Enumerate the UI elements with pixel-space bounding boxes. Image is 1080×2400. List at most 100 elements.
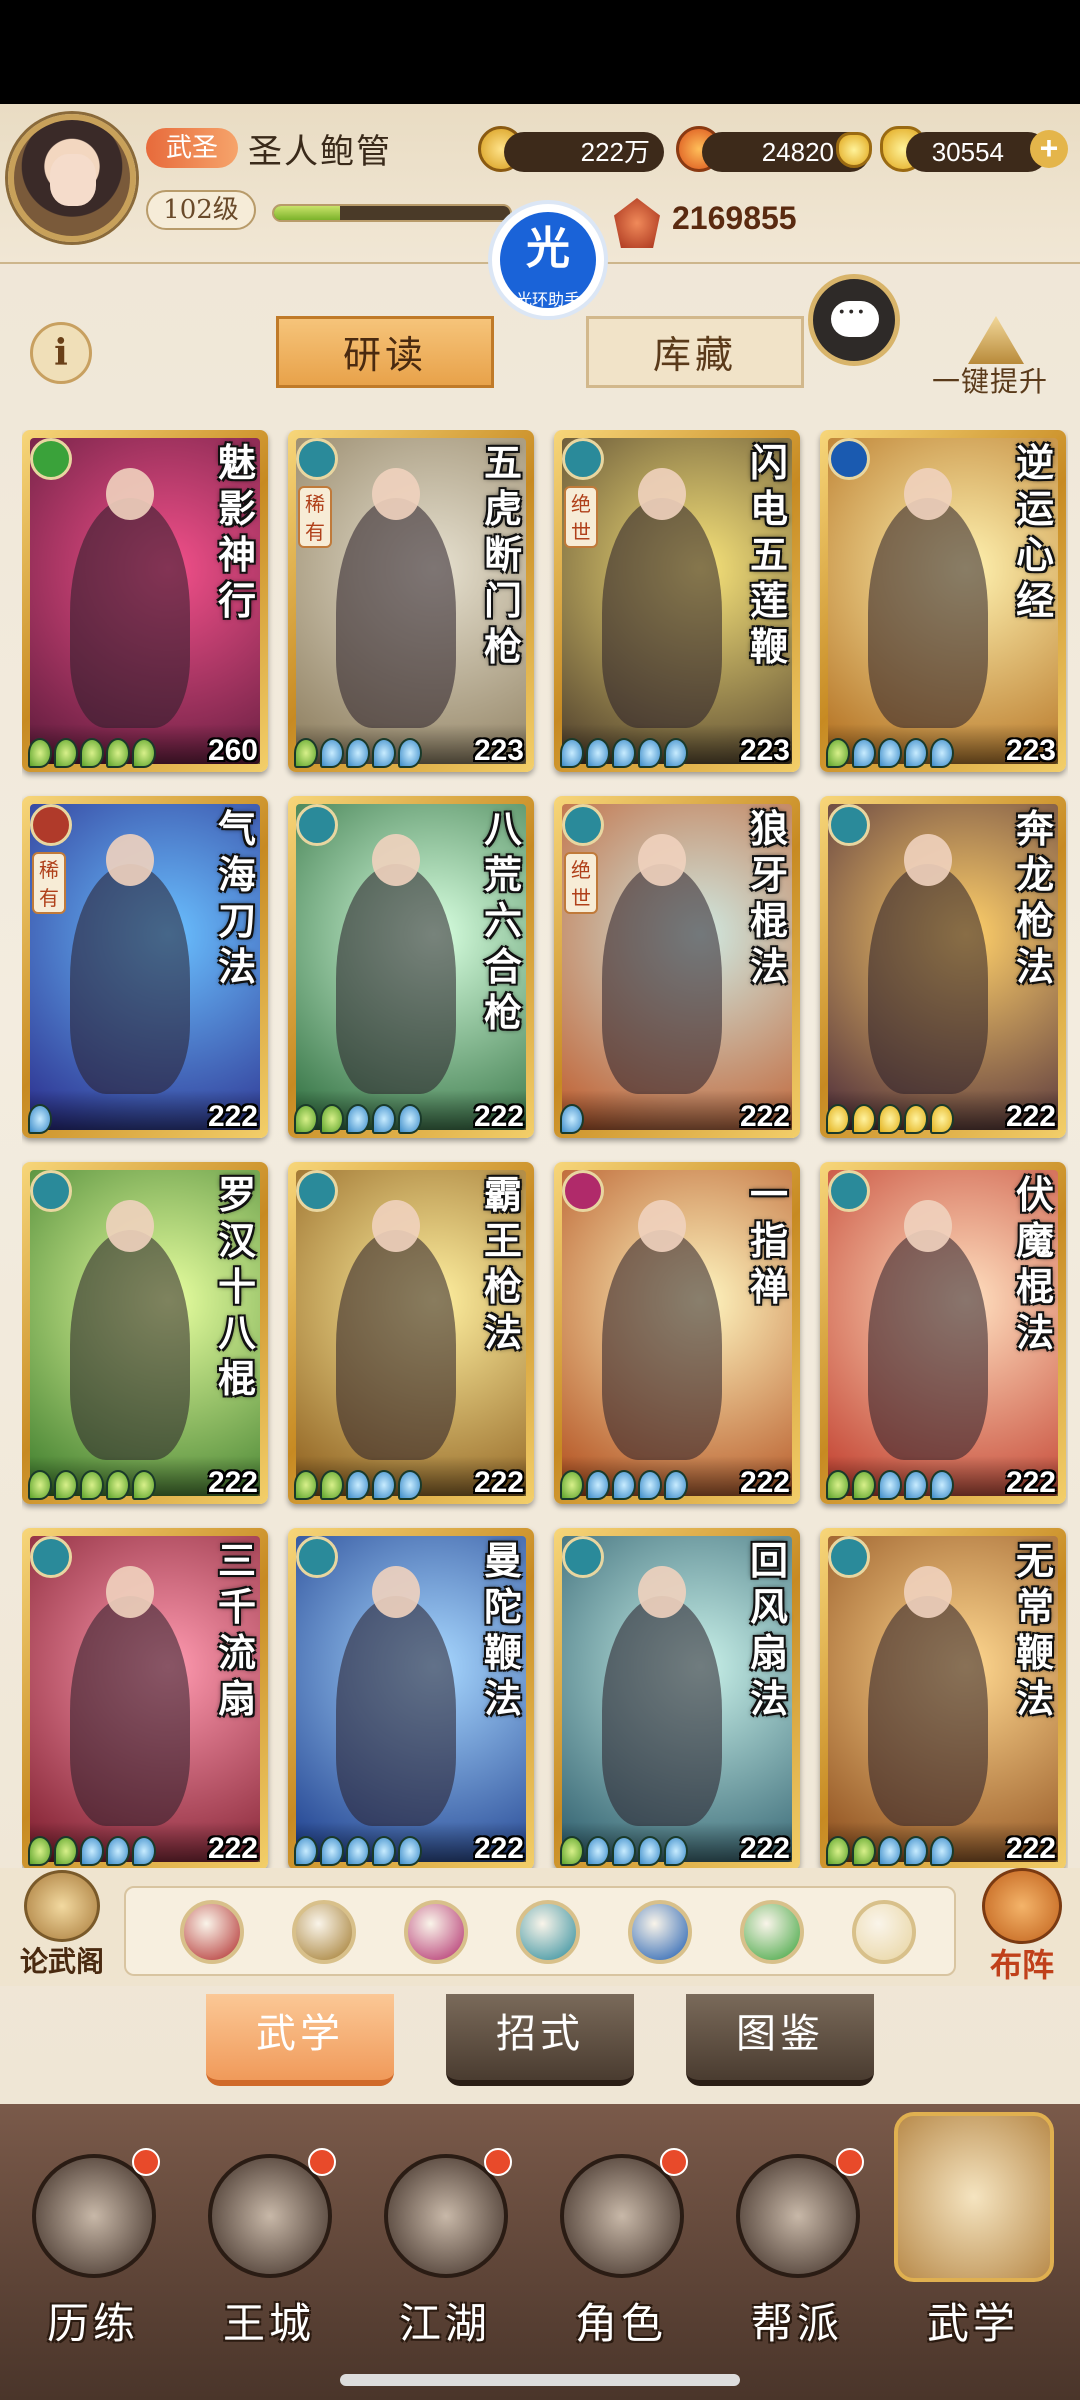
martial-art-card[interactable]: 伏魔棍法 222 (820, 1162, 1066, 1504)
character-figure (602, 834, 722, 1094)
lunwu-pavilion-button[interactable]: 论武阁 (14, 1870, 110, 1980)
palm-filter-icon[interactable] (404, 1900, 468, 1964)
sword-filter-icon[interactable] (292, 1900, 356, 1964)
martial-art-card[interactable]: 逆运心经 223 (820, 430, 1066, 772)
character-figure (602, 468, 722, 728)
martial-art-card[interactable]: 稀有 气海刀法 222 (22, 796, 268, 1138)
other-filter-icon[interactable] (852, 1900, 916, 1964)
subtab-atlas[interactable]: 图鉴 (686, 1994, 874, 2086)
star-gem-icon (560, 1104, 584, 1134)
martial-art-card[interactable]: 八荒六合枪 222 (288, 796, 534, 1138)
formation-button[interactable]: 布阵 (970, 1868, 1074, 1984)
star-gems (28, 1104, 52, 1134)
star-gem-icon (346, 738, 370, 768)
character-figure (70, 1566, 190, 1826)
nav-item[interactable]: 帮派 (712, 2132, 882, 2382)
star-gems (28, 1470, 156, 1500)
player-avatar[interactable] (8, 114, 136, 242)
nav-label: 角色 (574, 2299, 667, 2348)
info-button[interactable]: i (30, 322, 92, 384)
qinggong-filter-icon[interactable] (740, 1900, 804, 1964)
card-level: 223 (1005, 734, 1056, 767)
copper-amount: 222万 (504, 132, 664, 172)
card-name: 五虎断门枪 (483, 440, 522, 669)
star-gem-icon (54, 1470, 78, 1500)
martial-art-card[interactable]: 曼陀鞭法 222 (288, 1528, 534, 1870)
subtab-moves[interactable]: 招式 (446, 1994, 634, 2086)
star-gems (294, 738, 422, 768)
martial-art-card[interactable]: 稀有 五虎断门枪 223 (288, 430, 534, 772)
saber-filter-icon[interactable] (180, 1900, 244, 1964)
nav-item[interactable]: 角色 (536, 2132, 706, 2382)
taiji-filter-icon[interactable] (628, 1900, 692, 1964)
star-gem-icon (638, 1836, 662, 1866)
star-gem-icon (346, 1104, 370, 1134)
spear-icon (828, 804, 870, 846)
character-figure (70, 834, 190, 1094)
martial-art-card[interactable]: 无常鞭法 222 (820, 1528, 1066, 1870)
qinggong-icon (30, 438, 72, 480)
star-gem-icon (638, 1470, 662, 1500)
martial-art-card[interactable]: 绝世 狼牙棍法 222 (554, 796, 800, 1138)
martial-art-card[interactable]: 霸王枪法 222 (288, 1162, 534, 1504)
nav-item[interactable]: 历练 (8, 2132, 178, 2382)
card-name: 气海刀法 (217, 806, 256, 989)
exchange-icon[interactable] (836, 132, 872, 168)
card-level: 222 (207, 1832, 258, 1865)
rarity-tag: 绝世 (564, 852, 598, 914)
home-indicator[interactable] (340, 2374, 740, 2386)
martial-art-card[interactable]: 魅影神行 260 (22, 430, 268, 772)
star-gems (294, 1836, 422, 1866)
tab-study[interactable]: 研读 (276, 316, 494, 388)
star-gem-icon (826, 738, 850, 768)
star-gem-icon (560, 1836, 584, 1866)
one-click-upgrade-label: 一键提升 (932, 365, 1049, 398)
star-gem-icon (826, 1104, 850, 1134)
fan-icon (562, 1536, 604, 1578)
tab-storage[interactable]: 库藏 (586, 316, 804, 388)
star-gem-icon (106, 1836, 130, 1866)
helper-floating-button[interactable]: 光 光环助手 (488, 200, 608, 320)
palm-icon (562, 1170, 604, 1212)
martial-art-card[interactable]: 罗汉十八棍 222 (22, 1162, 268, 1504)
star-gem-icon (80, 1836, 104, 1866)
star-gem-icon (106, 738, 130, 768)
nav-item[interactable]: 江湖 (360, 2132, 530, 2382)
chat-button[interactable] (808, 274, 900, 366)
nav-item[interactable]: 王城 (184, 2132, 354, 2382)
star-gem-icon (132, 1836, 156, 1866)
martial-art-card[interactable]: 一指禅 222 (554, 1162, 800, 1504)
card-level: 222 (1005, 1832, 1056, 1865)
nav-item[interactable]: 武学 (888, 2112, 1058, 2382)
card-name: 曼陀鞭法 (483, 1538, 522, 1721)
nav-label: 武学 (926, 2299, 1019, 2348)
martial-art-card[interactable]: 回风扇法 222 (554, 1528, 800, 1870)
star-gem-icon (398, 1836, 422, 1866)
martial-art-card[interactable]: 绝世 闪电五莲鞭 223 (554, 430, 800, 772)
nav-label: 江湖 (398, 2299, 491, 2348)
fan-filter-icon[interactable] (516, 1900, 580, 1964)
star-gem-icon (28, 1104, 52, 1134)
martial-art-card[interactable]: 三千流扇 222 (22, 1528, 268, 1870)
star-gems (28, 1836, 156, 1866)
type-filter-strip (124, 1886, 956, 1976)
pavilion-icon (24, 1870, 100, 1942)
martial-art-card[interactable]: 奔龙枪法 222 (820, 796, 1066, 1138)
character-figure (868, 834, 988, 1094)
subtab-martial[interactable]: 武学 (206, 1994, 394, 2086)
player-level: 102级 (146, 190, 256, 230)
star-gem-icon (664, 1836, 688, 1866)
star-gem-icon (398, 1470, 422, 1500)
star-gem-icon (28, 1836, 52, 1866)
notification-badge (308, 2148, 336, 2176)
star-gem-icon (28, 738, 52, 768)
card-name: 无常鞭法 (1015, 1538, 1054, 1721)
card-name: 闪电五莲鞭 (749, 440, 788, 669)
star-gem-icon (28, 1470, 52, 1500)
character-figure (70, 1200, 190, 1460)
star-gem-icon (560, 738, 584, 768)
helper-label: 光环助手 (515, 292, 580, 309)
card-name: 八荒六合枪 (483, 806, 522, 1035)
add-currency-button[interactable]: + (1030, 130, 1068, 168)
star-gem-icon (878, 1836, 902, 1866)
